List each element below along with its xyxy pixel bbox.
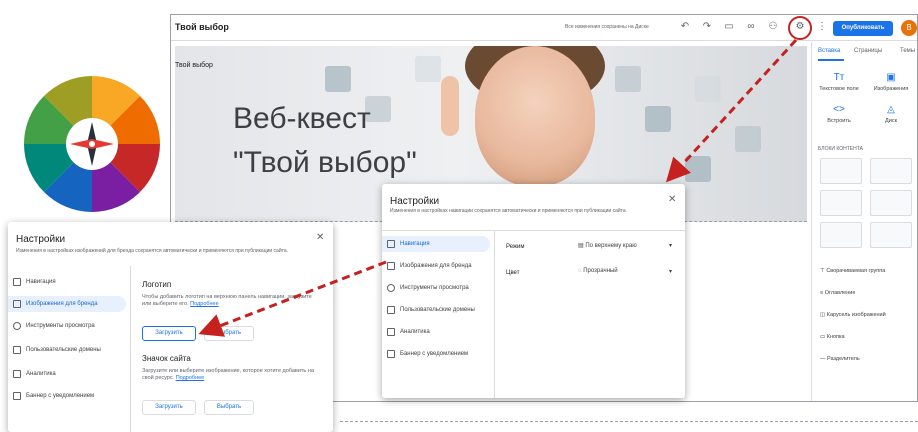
- arrow-gear-to-settings: [665, 38, 798, 183]
- annotation-arrows: [198, 38, 798, 337]
- arrow-brand-to-upload: [198, 260, 387, 337]
- dashed-divider: [340, 421, 918, 422]
